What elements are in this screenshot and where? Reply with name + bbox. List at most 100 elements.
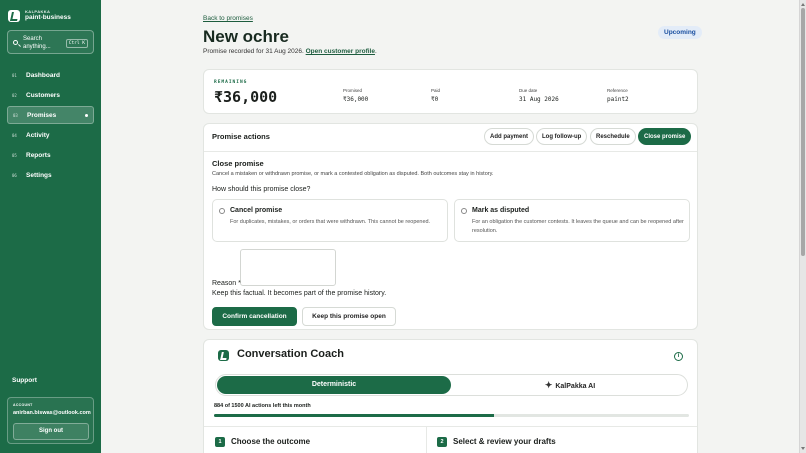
open-customer-profile-link[interactable]: Open customer profile bbox=[306, 48, 375, 55]
scroll-down-arrow-icon[interactable] bbox=[801, 447, 805, 450]
scroll-thumb[interactable] bbox=[801, 8, 805, 256]
close-promise-description: Cancel a mistaken or withdrawn promise, … bbox=[212, 171, 494, 177]
reason-hint: Keep this factual. It becomes part of th… bbox=[212, 290, 387, 297]
option-title: Mark as disputed bbox=[472, 207, 530, 214]
brand-name: paint-business bbox=[25, 14, 71, 21]
stat-value: ₹0 bbox=[431, 96, 439, 103]
sidebar-nav: 01 Dashboard 02 Customers 03 Promises 04… bbox=[7, 66, 94, 186]
stat-label: Promised bbox=[343, 88, 363, 93]
disputed-radio[interactable] bbox=[461, 208, 467, 214]
reason-input[interactable] bbox=[240, 249, 336, 286]
stat-label: Due date bbox=[519, 88, 538, 93]
option-description: For duplicates, mistakes, or orders that… bbox=[230, 219, 431, 225]
stat-value: paint2 bbox=[607, 96, 629, 103]
nav-number: 03 bbox=[13, 112, 18, 118]
option-cancel-promise[interactable]: Cancel promise For duplicates, mistakes,… bbox=[212, 199, 448, 242]
status-badge: Upcoming bbox=[658, 26, 702, 39]
mode-deterministic[interactable]: Deterministic bbox=[217, 376, 451, 394]
step-label-review-drafts: Select & review your drafts bbox=[453, 437, 556, 446]
sidebar-item-settings[interactable]: 06 Settings bbox=[7, 166, 94, 184]
nav-number: 06 bbox=[12, 172, 17, 178]
info-icon[interactable]: i bbox=[674, 352, 683, 361]
nav-number: 02 bbox=[12, 92, 17, 98]
coach-logo-icon bbox=[218, 350, 229, 361]
sidebar-item-label: Activity bbox=[26, 131, 50, 139]
step-label-choose-outcome: Choose the outcome bbox=[231, 437, 311, 446]
sidebar-item-label: Settings bbox=[26, 171, 52, 179]
conversation-coach-card: Conversation Coach i Deterministic ✦ KalP… bbox=[203, 339, 698, 453]
ai-usage-fill bbox=[214, 414, 494, 417]
brand-logo-icon bbox=[8, 9, 20, 22]
stat-due-date: Due date 31 Aug 2026 bbox=[519, 88, 559, 103]
account-kicker: ACCOUNT bbox=[13, 403, 33, 407]
stat-value: 31 Aug 2026 bbox=[519, 96, 559, 103]
support-link[interactable]: Support bbox=[12, 377, 37, 384]
sign-out-button[interactable]: Sign out bbox=[13, 423, 89, 440]
nav-number: 04 bbox=[12, 132, 17, 138]
step-number: 2 bbox=[437, 437, 447, 447]
sidebar-item-reports[interactable]: 05 Reports bbox=[7, 146, 94, 164]
search-label: Search anything... bbox=[23, 36, 51, 50]
brand-kicker: KALPAKKA bbox=[25, 9, 51, 14]
sidebar-item-label: Reports bbox=[26, 151, 51, 159]
account-panel: ACCOUNT anirban.biswas@outlook.com Sign … bbox=[7, 397, 94, 444]
remaining-value: ₹36,000 bbox=[214, 88, 278, 106]
page-title: New ochre bbox=[203, 27, 289, 46]
option-description: For an obligation the customer contests.… bbox=[472, 219, 684, 234]
cancel-radio[interactable] bbox=[219, 208, 225, 214]
summary-card: REMAINING ₹36,000 Promised ₹36,000 Paid … bbox=[203, 69, 698, 114]
stat-paid: Paid ₹0 bbox=[431, 88, 440, 103]
page-subtitle: Promise recorded for 31 Aug 2026. Open c… bbox=[203, 48, 377, 55]
mode-kalpakka-ai[interactable]: ✦ KalPakka AI bbox=[453, 376, 687, 394]
sidebar-item-dashboard[interactable]: 01 Dashboard bbox=[7, 66, 94, 84]
stat-label: Reference bbox=[607, 88, 628, 93]
confirm-cancellation-button[interactable]: Confirm cancellation bbox=[212, 307, 297, 326]
divider bbox=[426, 426, 427, 453]
brand[interactable]: KALPAKKA paint-business bbox=[8, 9, 71, 22]
active-indicator-dot bbox=[85, 114, 88, 117]
scroll-up-arrow-icon[interactable] bbox=[801, 3, 805, 6]
keep-promise-open-button[interactable]: Keep this promise open bbox=[302, 307, 396, 326]
stat-value: ₹36,000 bbox=[343, 96, 369, 103]
back-to-promises-link[interactable]: Back to promises bbox=[203, 15, 253, 22]
subtitle-text: Promise recorded for 31 Aug 2026. bbox=[203, 48, 304, 55]
page-scrollbar[interactable] bbox=[799, 0, 806, 453]
sparkle-icon: ✦ bbox=[544, 380, 553, 390]
sidebar-item-promises[interactable]: 03 Promises bbox=[7, 106, 94, 124]
sidebar-item-label: Customers bbox=[26, 91, 60, 99]
close-promise-button[interactable]: Close promise bbox=[638, 128, 692, 145]
divider bbox=[204, 426, 697, 427]
nav-number: 05 bbox=[12, 152, 17, 158]
stat-promised: Promised ₹36,000 bbox=[343, 88, 368, 103]
promise-actions-title: Promise actions bbox=[212, 132, 270, 141]
promise-actions-card: Promise actions Add payment Log follow-u… bbox=[203, 123, 698, 330]
option-title: Cancel promise bbox=[230, 207, 283, 214]
reason-label: Reason * bbox=[212, 280, 241, 287]
stat-reference: Reference paint2 bbox=[607, 88, 629, 103]
sidebar-item-activity[interactable]: 04 Activity bbox=[7, 126, 94, 144]
ai-usage-text: 884 of 1500 AI actions left this month bbox=[214, 403, 311, 409]
sidebar: KALPAKKA paint-business Search anything.… bbox=[0, 0, 101, 453]
close-question: How should this promise close? bbox=[212, 186, 311, 193]
subtitle-suffix: . bbox=[374, 48, 377, 55]
mode-toggle: Deterministic ✦ KalPakka AI bbox=[215, 374, 688, 396]
reschedule-button[interactable]: Reschedule bbox=[590, 128, 636, 145]
search-button[interactable]: Search anything... Ctrl K bbox=[7, 30, 94, 54]
stat-label: Paid bbox=[431, 88, 441, 93]
search-shortcut: Ctrl K bbox=[65, 39, 88, 48]
search-icon bbox=[13, 40, 18, 45]
divider bbox=[204, 151, 697, 152]
nav-number: 01 bbox=[12, 72, 17, 78]
sidebar-item-label: Dashboard bbox=[26, 71, 60, 79]
account-email: anirban.biswas@outlook.com bbox=[13, 410, 91, 416]
option-mark-disputed[interactable]: Mark as disputed For an obligation the c… bbox=[454, 199, 690, 242]
mode-label: KalPakka AI bbox=[555, 383, 596, 390]
coach-title: Conversation Coach bbox=[237, 348, 344, 360]
ai-usage-bar bbox=[214, 414, 689, 417]
sidebar-item-label: Promises bbox=[27, 111, 57, 119]
remaining-kicker: REMAINING bbox=[214, 80, 248, 85]
log-follow-up-button[interactable]: Log follow-up bbox=[536, 128, 588, 145]
add-payment-button[interactable]: Add payment bbox=[484, 128, 535, 145]
close-promise-heading: Close promise bbox=[212, 159, 264, 168]
sidebar-item-customers[interactable]: 02 Customers bbox=[7, 86, 94, 104]
